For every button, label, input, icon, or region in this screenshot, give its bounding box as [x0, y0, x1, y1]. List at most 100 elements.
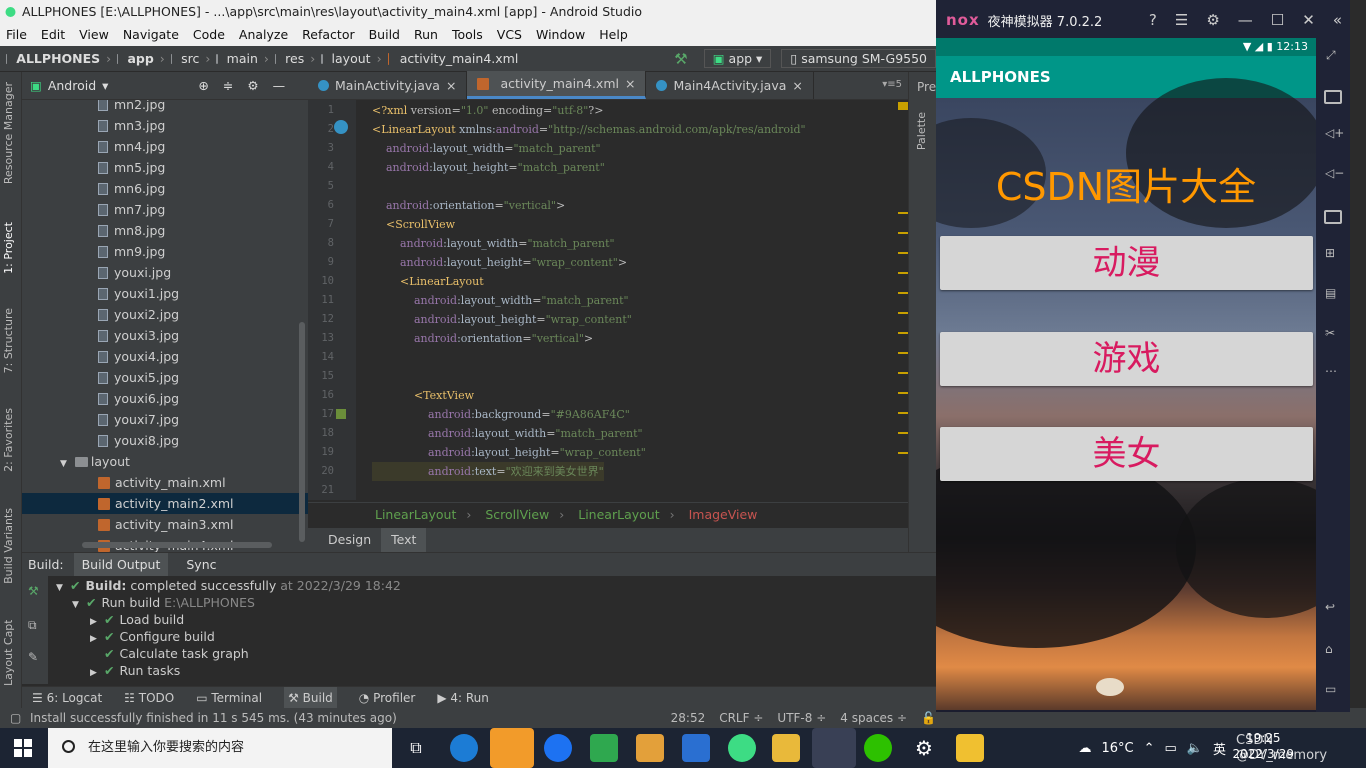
close-icon[interactable]: × [625, 76, 635, 91]
code-line[interactable]: android:layout_height="wrap_content" [372, 310, 632, 329]
tab-mainactivity[interactable]: MainActivity.java × [308, 71, 468, 99]
code-line[interactable]: <LinearLayout [372, 272, 484, 291]
tab-design[interactable]: Design [318, 528, 381, 552]
build-row[interactable]: ▶ ✔ Run tasks [90, 662, 180, 679]
palette-tab[interactable]: Palette [915, 112, 928, 150]
horizontal-scrollbar[interactable] [82, 542, 272, 548]
build-row[interactable]: ✔ Calculate task graph [104, 645, 249, 662]
indent-setting[interactable]: 4 spaces ÷ [840, 708, 907, 728]
volume-down-icon[interactable]: ◁− [1325, 166, 1344, 180]
task-view-icon[interactable]: ⧉ [402, 734, 430, 762]
run-config-select[interactable]: ▣ app ▾ [703, 49, 772, 68]
menu-run[interactable]: Run [414, 24, 438, 46]
menu-refactor[interactable]: Refactor [302, 24, 354, 46]
tab-text[interactable]: Text [381, 528, 427, 552]
apk-install-icon[interactable]: ⊞ [1325, 246, 1335, 260]
android-studio-taskbar-icon[interactable] [728, 734, 756, 762]
menu-view[interactable]: View [79, 24, 109, 46]
code-line[interactable]: <TextView [372, 386, 474, 405]
tree-item[interactable]: activity_main.xml [98, 472, 226, 493]
favorites-tab[interactable]: 2: Favorites [2, 408, 15, 472]
build-row[interactable]: ▶ ✔ Load build [90, 611, 184, 628]
code-line[interactable]: android:layout_width="match_parent" [372, 424, 643, 443]
terminal-tab[interactable]: ▭ Terminal [196, 691, 262, 705]
menu-analyze[interactable]: Analyze [239, 24, 288, 46]
close-icon[interactable]: ✕ [1302, 11, 1315, 29]
tab-sync[interactable]: Sync [178, 557, 224, 572]
menu-code[interactable]: Code [193, 24, 225, 46]
code-line[interactable]: android:layout_width="match_parent" [372, 234, 615, 253]
tree-item[interactable]: youxi1.jpg [98, 283, 179, 304]
layout-captures-tab[interactable]: Layout Captures [2, 620, 15, 686]
logcat-tab[interactable]: ☰ 6: Logcat [32, 691, 102, 705]
player-app-icon[interactable] [590, 734, 618, 762]
code-line[interactable]: android:layout_height="wrap_content"> [372, 253, 627, 272]
tab-activity-main4[interactable]: activity_main4.xml × [467, 71, 647, 99]
code-line[interactable]: android:orientation="vertical"> [372, 196, 565, 215]
taskbar-clock[interactable]: 19:25 2022/3/29 [1232, 730, 1294, 762]
feishu-app-icon[interactable] [490, 728, 534, 768]
menu-vcs[interactable]: VCS [497, 24, 522, 46]
nav-src[interactable]: src [181, 51, 199, 66]
maximize-icon[interactable]: ☐ [1271, 11, 1284, 29]
code-line[interactable]: <ScrollView [372, 215, 455, 234]
resource-manager-tab[interactable]: Resource Manager [2, 82, 15, 184]
back-icon[interactable]: ↩ [1325, 600, 1335, 614]
breadcrumb-item[interactable]: ScrollView [485, 507, 549, 522]
anime-button[interactable]: 动漫 [940, 236, 1313, 290]
line-separator[interactable]: CRLF ÷ [719, 708, 763, 728]
beauty-button[interactable]: 美女 [940, 427, 1313, 481]
tree-item[interactable]: mn7.jpg [98, 199, 165, 220]
code-line[interactable]: android:layout_width="match_parent" [372, 291, 629, 310]
restore-icon[interactable]: ⧉ [28, 618, 37, 633]
chevron-up-icon[interactable]: ⌃ [1144, 741, 1155, 756]
profiler-tab[interactable]: ◔ Profiler [359, 691, 416, 705]
windows-start-icon[interactable] [14, 739, 32, 757]
keyboard-icon[interactable] [1324, 90, 1342, 104]
hammer-build-icon[interactable]: ⚒ [674, 50, 687, 68]
cursor-position[interactable]: 28:52 [671, 708, 706, 728]
nox-taskbar-icon[interactable] [812, 728, 856, 768]
tree-item[interactable]: mn5.jpg [98, 157, 165, 178]
vertical-scrollbar[interactable] [299, 322, 305, 542]
menu-tools[interactable]: Tools [452, 24, 483, 46]
home-icon[interactable]: ⌂ [1325, 642, 1333, 656]
menu-window[interactable]: Window [536, 24, 585, 46]
lock-icon[interactable]: 🔓 [921, 708, 936, 728]
tab-main4activity[interactable]: Main4Activity.java × [646, 71, 814, 99]
minimize-icon[interactable]: — [1238, 11, 1253, 29]
build-row[interactable]: ▶ ✔ Configure build [90, 628, 215, 645]
code-line[interactable]: android:text="欢迎来到美女世界" [372, 462, 604, 481]
toolbox-icon[interactable]: ▤ [1325, 286, 1336, 300]
todo-tab[interactable]: ☷ TODO [124, 691, 174, 705]
tree-item[interactable]: mn9.jpg [98, 241, 165, 262]
settings-icon[interactable]: ⚙ [910, 734, 938, 762]
games-button[interactable]: 游戏 [940, 332, 1313, 386]
menu-build[interactable]: Build [369, 24, 400, 46]
tree-item[interactable]: youxi.jpg [98, 262, 171, 283]
nav-project[interactable]: ALLPHONES [16, 51, 100, 66]
build-variants-tab[interactable]: Build Variants [2, 508, 15, 584]
tree-item-selected[interactable]: activity_main2.xml [22, 493, 308, 514]
preview-label[interactable]: Pre [917, 80, 936, 94]
screen-icon[interactable] [1324, 210, 1342, 224]
nav-module[interactable]: app [127, 51, 153, 66]
file-explorer-icon[interactable] [956, 734, 984, 762]
tree-item[interactable]: youxi8.jpg [98, 430, 179, 451]
code-line[interactable]: <?xml version="1.0" encoding="utf-8"?> [372, 101, 603, 120]
image-app-icon[interactable] [636, 734, 664, 762]
code-line[interactable]: <LinearLayout xmlns:android="http://sche… [372, 120, 806, 139]
menu-file[interactable]: File [6, 24, 27, 46]
menu-icon[interactable]: ☰ [1175, 11, 1188, 29]
build-row[interactable]: ▼ ✔ Run build E:\ALLPHONES [72, 594, 255, 611]
nav-res[interactable]: res [285, 51, 304, 66]
code-line[interactable]: android:background="#9A86AF4C" [372, 405, 630, 424]
code-line[interactable]: android:layout_height="wrap_content" [372, 443, 646, 462]
tree-item[interactable]: mn3.jpg [98, 115, 165, 136]
build-row[interactable]: ▼ ✔ Build: completed successfully at 2022/… [56, 577, 401, 594]
run-tab[interactable]: ▶ 4: Run [437, 691, 489, 705]
status-message[interactable]: Install successfully finished in 11 s 54… [30, 711, 397, 725]
volume-up-icon[interactable]: ◁+ [1325, 126, 1344, 140]
pin-icon[interactable]: ✎ [28, 650, 38, 664]
tree-item[interactable]: youxi2.jpg [98, 304, 179, 325]
